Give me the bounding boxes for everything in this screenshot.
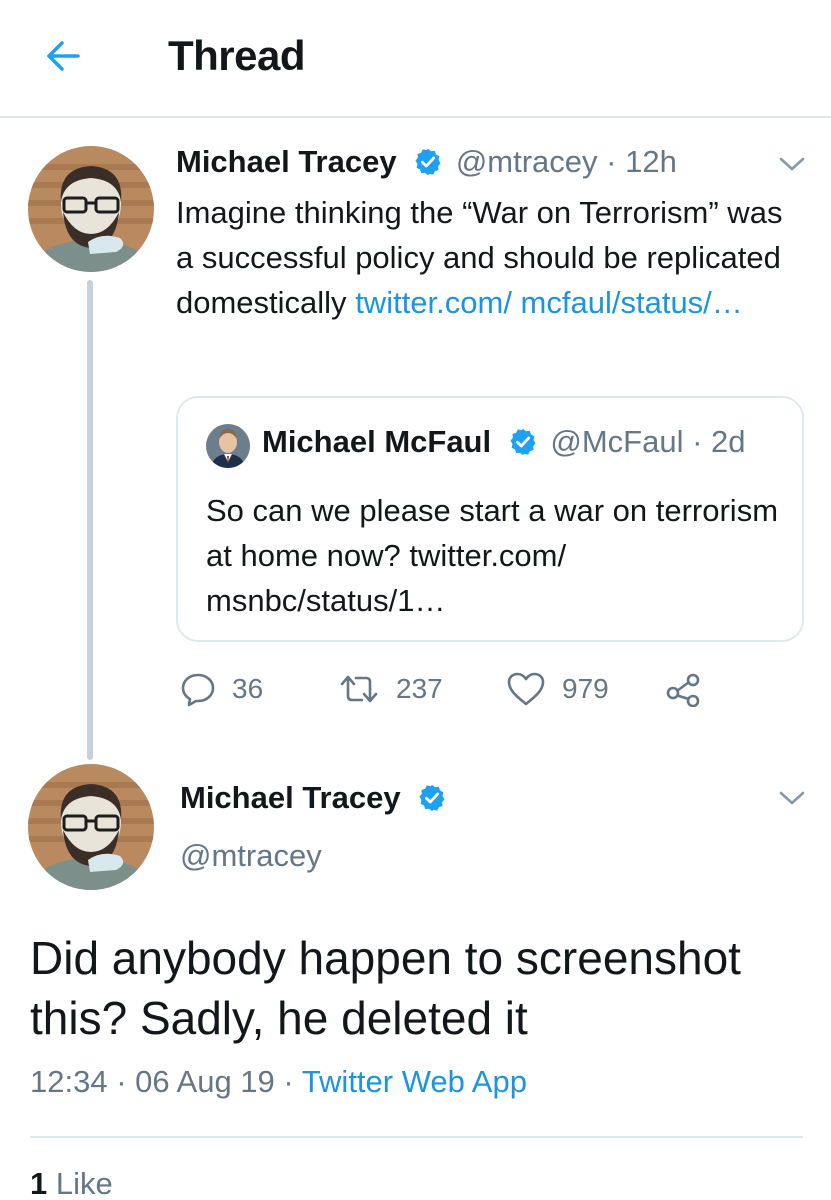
- share-button[interactable]: [664, 664, 704, 714]
- reply-button[interactable]: 36: [180, 664, 263, 714]
- separator-dot: ·: [692, 424, 703, 459]
- tweet-text: Imagine thinking the “War on Terrorism” …: [176, 190, 796, 325]
- arrow-left-icon: [47, 41, 80, 71]
- retweet-button[interactable]: 237: [338, 664, 443, 714]
- tweet-header: Michael Tracey @mtracey · 12h: [176, 144, 677, 180]
- retweet-count: 237: [396, 673, 443, 704]
- like-label: Like: [55, 1166, 113, 1200]
- quoted-tweet-text: So can we please start a war on terroris…: [206, 493, 779, 618]
- user-handle: @McFaul: [550, 424, 684, 459]
- tweet-meta: 12:34 · 06 Aug 19 · Twitter Web App: [30, 1064, 527, 1100]
- like-button[interactable]: 979: [506, 664, 609, 714]
- separator-dot: ·: [283, 1064, 294, 1099]
- tweet-header: Michael Tracey: [180, 780, 451, 816]
- tweet-menu-button[interactable]: [778, 788, 806, 808]
- tweet-actions-bar: 36 237 979: [176, 664, 736, 714]
- tweet-link[interactable]: twitter.com/ mcfaul/status/…: [355, 285, 743, 320]
- back-button[interactable]: [44, 36, 84, 76]
- like-count: 979: [562, 673, 609, 704]
- reply-icon: [181, 673, 215, 707]
- tweet-time[interactable]: 12h: [625, 144, 677, 179]
- user-handle[interactable]: @mtracey: [456, 144, 598, 179]
- chevron-down-icon: [779, 791, 805, 805]
- reply-count: 36: [232, 673, 264, 704]
- share-icon: [666, 673, 700, 707]
- verified-badge-icon: [419, 784, 445, 812]
- likes-summary[interactable]: 1 Like: [30, 1166, 113, 1200]
- heart-icon: [507, 672, 545, 706]
- verified-badge-icon: [415, 148, 441, 176]
- quoted-tweet-card[interactable]: Michael McFaul @McFaul · 2d So can we pl…: [176, 396, 804, 642]
- separator-dot: ·: [116, 1064, 127, 1099]
- top-bar: Thread: [0, 0, 831, 118]
- thread-connector-line: [87, 280, 93, 760]
- like-count: 1: [30, 1166, 48, 1200]
- divider: [30, 1136, 803, 1138]
- source-app-link[interactable]: Twitter Web App: [302, 1064, 527, 1099]
- page-title: Thread: [168, 32, 306, 79]
- verified-badge-icon: [510, 428, 536, 456]
- tweet-time[interactable]: 12:34: [30, 1064, 108, 1099]
- tweet-menu-button[interactable]: [778, 154, 806, 174]
- avatar: [206, 424, 250, 468]
- user-handle[interactable]: @mtracey: [180, 838, 322, 874]
- avatar-illustration: [28, 764, 154, 890]
- tweet-time: 2d: [711, 424, 746, 459]
- retweet-icon: [340, 675, 378, 703]
- display-name: Michael McFaul: [262, 424, 492, 459]
- tweet-text: Did anybody happen to screenshot this? S…: [30, 932, 741, 1044]
- display-name[interactable]: Michael Tracey: [180, 780, 401, 815]
- avatar-illustration: [28, 146, 154, 272]
- avatar-photo: [206, 424, 250, 468]
- quoted-tweet-header: Michael McFaul @McFaul · 2d: [262, 424, 746, 460]
- display-name[interactable]: Michael Tracey: [176, 144, 397, 179]
- separator-dot: ·: [606, 144, 617, 179]
- tweet-date[interactable]: 06 Aug 19: [135, 1064, 275, 1099]
- avatar[interactable]: [28, 764, 154, 890]
- chevron-down-icon: [779, 157, 805, 171]
- avatar[interactable]: [28, 146, 154, 272]
